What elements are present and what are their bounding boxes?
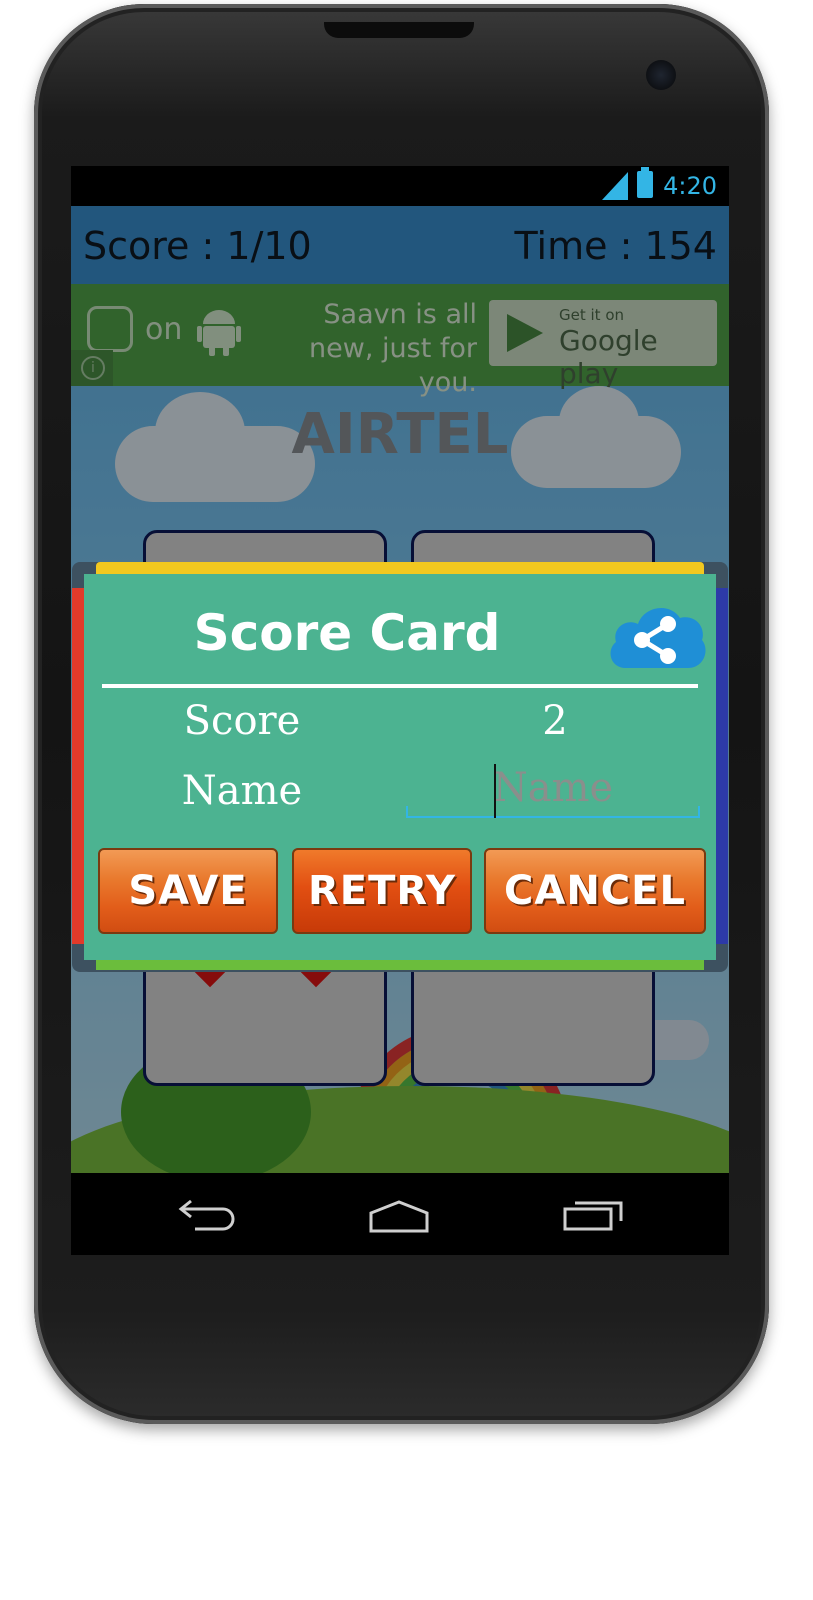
navigation-bar [71,1173,729,1255]
signal-icon [602,172,628,200]
text-cursor [494,764,496,818]
dialog-left-border [72,588,84,944]
back-icon[interactable] [177,1197,237,1231]
dialog-right-border [716,588,728,944]
save-button[interactable]: SAVE [98,848,278,934]
front-camera [646,60,676,90]
retry-button[interactable]: RETRY [292,848,472,934]
home-icon[interactable] [367,1199,431,1233]
score-label: Score [183,698,301,744]
score-value: 2 [542,698,568,744]
status-time: 4:20 [663,172,717,200]
input-underline-left-tick [406,806,408,816]
name-label: Name [181,768,303,814]
dialog-divider [102,684,698,688]
battery-icon [637,167,653,198]
status-bar: 4:20 [71,166,729,206]
dialog-title: Score Card [193,604,501,662]
score-card-dialog: Score Card Score 2 Name SAVE RETRY CANCE… [84,574,716,960]
earpiece-speaker [324,22,474,38]
recent-apps-icon[interactable] [563,1197,625,1231]
input-underline-right-tick [698,806,700,816]
share-icon[interactable] [606,594,708,674]
cancel-button[interactable]: CANCEL [484,848,706,934]
name-input[interactable] [406,760,700,818]
